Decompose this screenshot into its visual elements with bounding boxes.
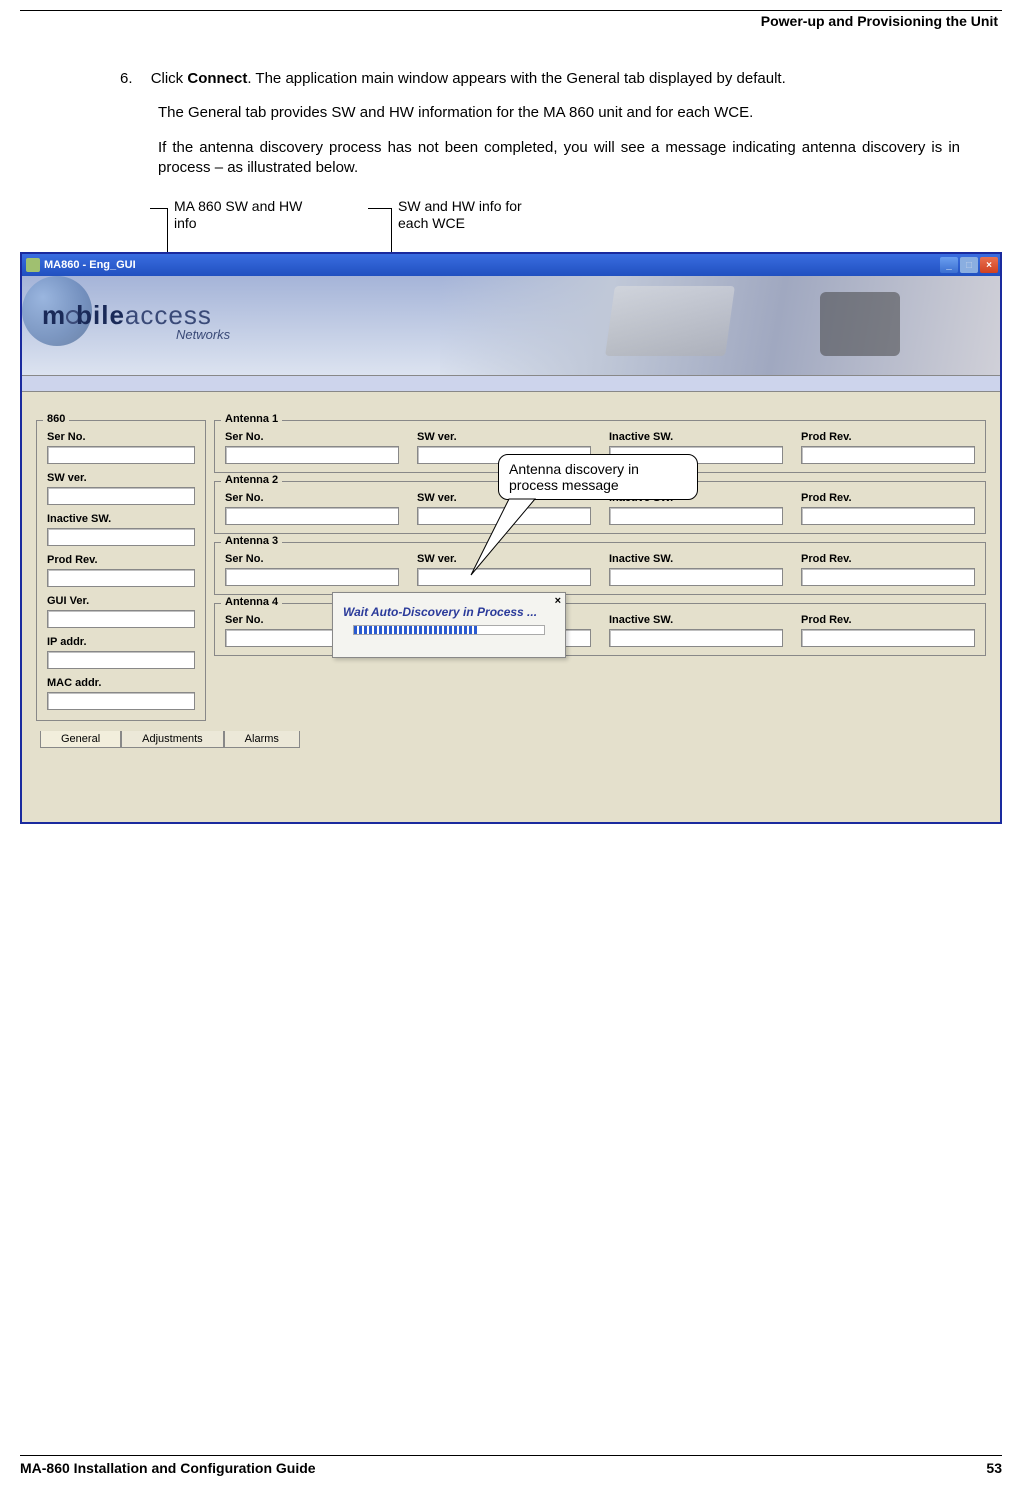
field-label: Ser No. — [225, 553, 399, 565]
mac-addr-input[interactable] — [47, 692, 195, 710]
antenna-3-legend: Antenna 3 — [221, 535, 282, 547]
field-label: Inactive SW. — [609, 431, 783, 443]
maximize-button: □ — [960, 257, 978, 273]
annotation-left: MA 860 SW and HW info — [174, 198, 304, 232]
para-3: If the antenna discovery process has not… — [158, 138, 960, 179]
field-label: Prod Rev. — [801, 431, 975, 443]
progress-bar — [353, 625, 545, 635]
prod-rev-input[interactable] — [47, 569, 195, 587]
app-banner: mbileaccess Networks — [22, 276, 1000, 376]
panel-860: 860 Ser No. SW ver. Inactive SW. Prod Re… — [36, 420, 206, 721]
ip-addr-input[interactable] — [47, 651, 195, 669]
gui-ver-input[interactable] — [47, 610, 195, 628]
ant2-serno[interactable] — [225, 507, 399, 525]
ant3-serno[interactable] — [225, 568, 399, 586]
antenna-3-group: Antenna 3 Ser No. SW ver. Inactive SW. P… — [214, 542, 986, 595]
field-label: GUI Ver. — [47, 595, 195, 607]
discovery-dialog: × Wait Auto-Discovery in Process ... — [332, 592, 566, 658]
ant1-prodrev[interactable] — [801, 446, 975, 464]
sw-ver-input[interactable] — [47, 487, 195, 505]
ant3-inactive[interactable] — [609, 568, 783, 586]
para-2: The General tab provides SW and HW infor… — [158, 103, 960, 123]
dialog-text: Wait Auto-Discovery in Process ... — [333, 593, 565, 623]
inactive-sw-input[interactable] — [47, 528, 195, 546]
panel-860-legend: 860 — [43, 413, 69, 425]
antenna-4-legend: Antenna 4 — [221, 596, 282, 608]
window-title: MA860 - Eng_GUI — [44, 259, 136, 271]
field-label: Prod Rev. — [801, 614, 975, 626]
logo-area: mbileaccess Networks — [42, 300, 230, 342]
field-label: SW ver. — [417, 431, 591, 443]
window-titlebar: MA860 - Eng_GUI _ □ × — [22, 254, 1000, 276]
field-label: SW ver. — [47, 472, 195, 484]
antenna-1-legend: Antenna 1 — [221, 413, 282, 425]
footer-page: 53 — [986, 1460, 1002, 1476]
field-label: Inactive SW. — [609, 614, 783, 626]
dialog-close-icon[interactable]: × — [555, 595, 561, 607]
ant1-serno[interactable] — [225, 446, 399, 464]
antenna-4-group: Antenna 4 Ser No. SW ver. Inactive SW. P… — [214, 603, 986, 656]
callout-antenna-discovery: Antenna discovery in process message — [498, 454, 698, 500]
app-icon — [26, 258, 40, 272]
antenna-2-legend: Antenna 2 — [221, 474, 282, 486]
ser-no-input[interactable] — [47, 446, 195, 464]
page-header: Power-up and Provisioning the Unit — [20, 13, 1002, 29]
logo-sub: Networks — [176, 327, 230, 342]
minimize-button[interactable]: _ — [940, 257, 958, 273]
annotation-right: SW and HW info for each WCE — [398, 198, 548, 232]
tab-alarms[interactable]: Alarms — [224, 731, 300, 748]
field-label: Inactive SW. — [609, 553, 783, 565]
field-label: Prod Rev. — [801, 553, 975, 565]
ant2-prodrev[interactable] — [801, 507, 975, 525]
ant4-inactive[interactable] — [609, 629, 783, 647]
footer-guide: MA-860 Installation and Configuration Gu… — [20, 1460, 316, 1476]
ant2-inactive[interactable] — [609, 507, 783, 525]
field-label: Ser No. — [225, 431, 399, 443]
field-label: IP addr. — [47, 636, 195, 648]
field-label: Prod Rev. — [801, 492, 975, 504]
tab-adjustments[interactable]: Adjustments — [121, 731, 224, 748]
step-text-prefix: Click — [151, 70, 188, 87]
body-text-block: 6. Click Connect. The application main w… — [120, 69, 960, 178]
field-label: Ser No. — [225, 492, 399, 504]
field-label: Inactive SW. — [47, 513, 195, 525]
step-number: 6. — [120, 70, 133, 87]
close-button[interactable]: × — [980, 257, 998, 273]
connect-bold: Connect — [187, 70, 247, 87]
ant3-prodrev[interactable] — [801, 568, 975, 586]
ant4-prodrev[interactable] — [801, 629, 975, 647]
tab-general[interactable]: General — [40, 731, 121, 748]
field-label: Prod Rev. — [47, 554, 195, 566]
field-label: MAC addr. — [47, 677, 195, 689]
step-text-suffix: . The application main window appears wi… — [247, 70, 785, 87]
field-label: Ser No. — [47, 431, 195, 443]
